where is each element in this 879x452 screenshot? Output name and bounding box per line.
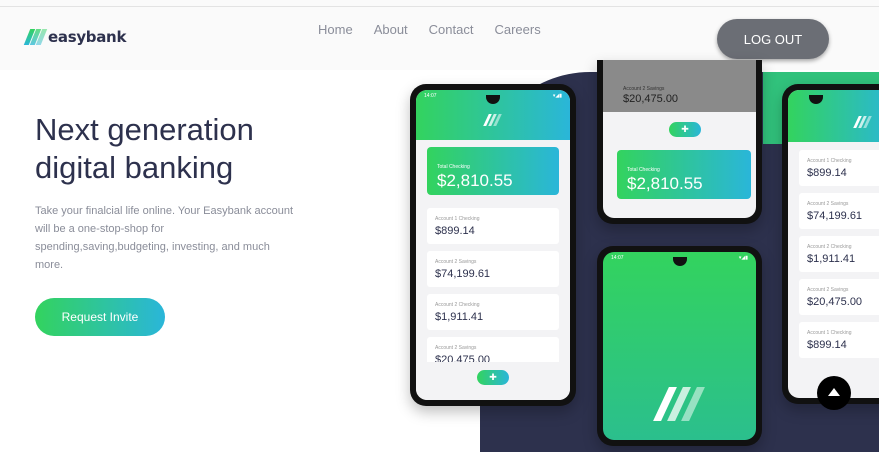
account-amount: $74,199.61 (435, 268, 491, 280)
status-time: 14:07 (611, 255, 624, 261)
phone-mockup-top: Account 2 Savings $20,475.00 Total Check… (597, 60, 762, 224)
total-label: Total Checking (437, 164, 470, 170)
account-card[interactable]: Account 1 Checking $899.14 (799, 322, 879, 358)
account-card[interactable]: Account 2 Savings $74,199.61 (799, 193, 879, 229)
account-amount: $20,475.00 (807, 296, 863, 308)
account-label: Account 2 Savings (623, 86, 665, 92)
phone-notch (672, 257, 687, 266)
phone-screen: 14:07 ▾◢▮ (603, 252, 756, 440)
phone-mockup-right: Account 1 Checking $899.14 Account 2 Sav… (782, 84, 879, 404)
nav-contact-link[interactable]: Contact (429, 22, 474, 37)
account-label: Account 1 Checking (435, 216, 480, 222)
account-label: Account 2 Checking (435, 302, 480, 308)
logo-mark-icon (23, 29, 48, 45)
account-card[interactable]: Account 2 Savings $74,199.61 (427, 251, 559, 287)
account-card[interactable]: Account 1 Checking $899.14 (799, 150, 879, 186)
total-checking-card: Total Checking $2,810.55 (617, 150, 751, 199)
account-amount: $1,911.41 (435, 311, 484, 323)
account-card[interactable]: Account 1 Checking $899.14 (427, 208, 559, 244)
logout-button[interactable]: LOG OUT (717, 19, 829, 59)
status-icons: ▾◢▮ (738, 255, 748, 261)
account-label: Account 1 Checking (807, 330, 852, 336)
add-button[interactable] (669, 122, 701, 137)
status-icons: ▾◢▮ (552, 93, 562, 99)
logo[interactable]: easybank (23, 28, 127, 46)
account-label: Account 2 Savings (807, 287, 849, 293)
logo-text: easybank (48, 28, 127, 46)
phone-screen: Account 2 Savings $20,475.00 Total Check… (603, 60, 756, 218)
app-logo-icon (853, 116, 872, 128)
hero-title: Next generation digital banking (35, 111, 335, 187)
hero-title-line-2: digital banking (35, 150, 234, 185)
hero-description-line: more. (35, 259, 64, 271)
phone-mockup-bottom: 14:07 ▾◢▮ (597, 246, 762, 446)
account-label: Account 2 Savings (435, 345, 477, 351)
app-logo-icon (653, 387, 705, 421)
hero-description-line: will be a one-stop-shop for (35, 223, 165, 235)
add-button[interactable] (477, 370, 509, 385)
request-invite-button[interactable]: Request Invite (35, 298, 165, 336)
account-label: Account 2 Checking (807, 244, 852, 250)
phone-mockup-left: 14:07 ▾◢▮ Total Checking $2,810.55 Accou… (410, 84, 576, 406)
main-nav: Home About Contact Careers (318, 22, 541, 37)
account-amount: $899.14 (807, 339, 847, 351)
total-amount: $2,810.55 (437, 171, 513, 190)
account-label: Account 1 Checking (807, 158, 852, 164)
nav-careers-link[interactable]: Careers (494, 22, 540, 37)
phone-screen: 14:07 ▾◢▮ Total Checking $2,810.55 Accou… (416, 90, 570, 400)
account-card[interactable]: Account 2 Checking $1,911.41 (427, 294, 559, 330)
account-amount: $20,475.00 (623, 93, 679, 105)
app-logo-icon (483, 114, 502, 126)
app-header (788, 90, 879, 142)
phone-screen: Account 1 Checking $899.14 Account 2 Sav… (788, 90, 879, 398)
nav-about-link[interactable]: About (374, 22, 408, 37)
nav-home-link[interactable]: Home (318, 22, 353, 37)
total-amount: $2,810.55 (627, 174, 703, 193)
account-amount: $899.14 (435, 225, 475, 237)
status-time: 14:07 (424, 93, 437, 99)
account-card[interactable]: Account 2 Savings $20,475.00 (799, 279, 879, 315)
account-card[interactable]: Account 2 Checking $1,911.41 (799, 236, 879, 272)
account-amount: $74,199.61 (807, 210, 863, 222)
hero-description-line: Take your finalcial life online. Your Ea… (35, 205, 294, 217)
app-bottom-bar (416, 362, 570, 400)
total-label: Total Checking (627, 167, 660, 173)
total-checking-card: Total Checking $2,810.55 (427, 147, 559, 195)
hero-description-line: spending,saving,budgeting, investing, an… (35, 241, 270, 253)
scroll-to-top-button[interactable] (817, 376, 851, 410)
account-amount: $1,911.41 (807, 253, 856, 265)
account-label: Account 2 Savings (807, 201, 849, 207)
account-label: Account 2 Savings (435, 259, 477, 265)
hero-description: Take your finalcial life online. Your Ea… (35, 202, 305, 274)
hero-title-line-1: Next generation (35, 112, 254, 147)
account-amount: $899.14 (807, 167, 847, 179)
top-divider (0, 6, 879, 7)
